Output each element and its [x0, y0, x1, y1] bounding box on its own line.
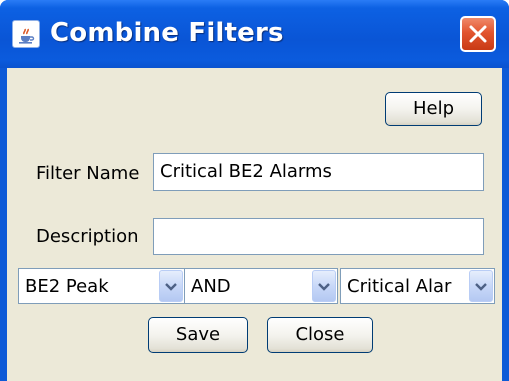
save-button[interactable]: Save: [148, 317, 248, 353]
right-filter-select[interactable]: Critical Alar: [340, 268, 495, 304]
java-cup-icon: [12, 20, 40, 48]
help-button[interactable]: Help: [385, 92, 482, 126]
chevron-down-icon: [318, 283, 330, 291]
title-bar[interactable]: Combine Filters: [0, 0, 509, 68]
description-field[interactable]: [153, 218, 484, 255]
close-window-button[interactable]: [460, 16, 496, 52]
left-filter-dropdown-button[interactable]: [159, 270, 183, 302]
window-title: Combine Filters: [50, 18, 284, 48]
filter-name-label: Filter Name: [36, 163, 140, 184]
operator-value: AND: [191, 276, 231, 297]
right-filter-value: Critical Alar: [347, 276, 452, 297]
right-filter-dropdown-button[interactable]: [469, 270, 493, 302]
left-filter-value: BE2 Peak: [25, 276, 109, 297]
close-button[interactable]: Close: [267, 317, 373, 353]
description-label: Description: [36, 226, 139, 247]
operator-select[interactable]: AND: [184, 268, 338, 304]
chevron-down-icon: [475, 283, 487, 291]
dialog-content: Help Filter Name Critical BE2 Alarms Des…: [7, 68, 502, 381]
left-filter-select[interactable]: BE2 Peak: [18, 268, 185, 304]
close-x-icon: [469, 25, 487, 43]
filter-name-field[interactable]: Critical BE2 Alarms: [153, 153, 484, 191]
operator-dropdown-button[interactable]: [312, 270, 336, 302]
combine-filters-dialog: Combine Filters Help Filter Name Critica…: [0, 0, 509, 381]
chevron-down-icon: [165, 283, 177, 291]
